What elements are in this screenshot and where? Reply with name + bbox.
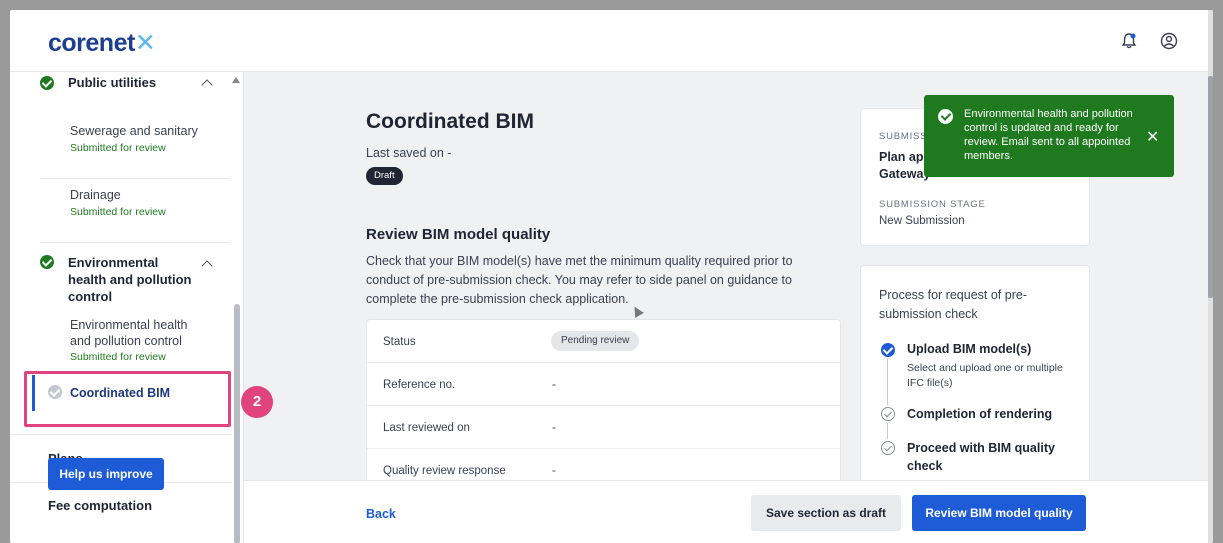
sidebar-group-public-utilities[interactable]: Public utilities xyxy=(68,75,156,90)
sidebar-scroll-up-arrow[interactable] xyxy=(232,77,240,83)
step-pending-icon xyxy=(881,441,895,455)
sidebar-item-sewerage[interactable]: Sewerage and sanitary Submitted for revi… xyxy=(70,124,198,154)
step-pending-icon xyxy=(881,407,895,421)
top-bar: corenet✕ xyxy=(10,10,1213,72)
sidebar-item-environmental-health[interactable]: Environmental health and pollution contr… xyxy=(70,317,210,365)
success-toast: Environmental health and pollution contr… xyxy=(924,95,1174,177)
corenet-logo[interactable]: corenet✕ xyxy=(48,28,156,58)
divider xyxy=(40,178,230,179)
toast-message: Environmental health and pollution contr… xyxy=(964,108,1133,162)
sidebar-item-drainage[interactable]: Drainage Submitted for review xyxy=(70,188,166,218)
step-number-badge: 2 xyxy=(241,386,273,418)
page-title: Coordinated BIM xyxy=(366,110,534,133)
save-draft-button[interactable]: Save section as draft xyxy=(751,495,901,531)
step-done-icon xyxy=(881,343,895,357)
status-submitted: Submitted for review xyxy=(70,142,166,154)
last-saved-text: Last saved on - xyxy=(366,146,452,160)
divider xyxy=(40,242,230,243)
step-connector xyxy=(887,423,888,439)
status-submitted: Submitted for review xyxy=(70,351,166,363)
app-window: corenet✕ Public utilities Sewerage and s… xyxy=(10,10,1213,543)
process-card: Process for request of pre-submission ch… xyxy=(860,265,1090,495)
completed-check-icon xyxy=(40,76,54,90)
bim-status-card: Status Pending review Reference no. - La… xyxy=(366,319,841,499)
page-scrollbar[interactable] xyxy=(1208,76,1213,298)
step-title: Completion of rendering xyxy=(907,407,1053,421)
sidebar-scrollbar[interactable] xyxy=(234,304,240,543)
help-us-improve-button[interactable]: Help us improve xyxy=(48,458,164,490)
table-row: Reference no. - xyxy=(367,363,840,406)
section-description: Check that your BIM model(s) have met th… xyxy=(366,254,793,306)
footer-action-bar: Back Save section as draft Review BIM mo… xyxy=(244,480,1213,543)
highlight-box xyxy=(24,371,231,427)
success-check-icon xyxy=(938,109,953,124)
step-title: Upload BIM model(s) xyxy=(907,342,1032,356)
status-badge: Pending review xyxy=(551,331,640,351)
user-account-icon[interactable] xyxy=(1160,32,1178,50)
sidebar-group-environmental-health[interactable]: Environmental health and pollution contr… xyxy=(68,254,198,305)
sidebar-item-fee-computation[interactable]: Fee computation xyxy=(48,498,152,513)
section-title: Review BIM model quality xyxy=(366,226,551,243)
chevron-up-icon[interactable] xyxy=(201,79,213,91)
table-row: Last reviewed on - xyxy=(367,406,840,449)
chevron-up-icon[interactable] xyxy=(201,260,213,272)
divider xyxy=(10,434,232,435)
completed-check-icon xyxy=(40,255,54,269)
step-connector xyxy=(887,359,888,405)
draft-badge: Draft xyxy=(366,167,403,185)
status-submitted: Submitted for review xyxy=(70,206,166,218)
step-title: Proceed with BIM quality check xyxy=(907,441,1055,473)
review-bim-button[interactable]: Review BIM model quality xyxy=(912,495,1086,531)
bell-notification-icon[interactable] xyxy=(1120,32,1138,50)
close-icon[interactable]: ✕ xyxy=(1146,127,1159,147)
back-link[interactable]: Back xyxy=(366,507,396,521)
step-subtitle: Select and upload one or multiple IFC fi… xyxy=(907,362,1063,389)
process-title: Process for request of pre-submission ch… xyxy=(879,288,1027,321)
table-row: Status Pending review xyxy=(367,320,840,363)
